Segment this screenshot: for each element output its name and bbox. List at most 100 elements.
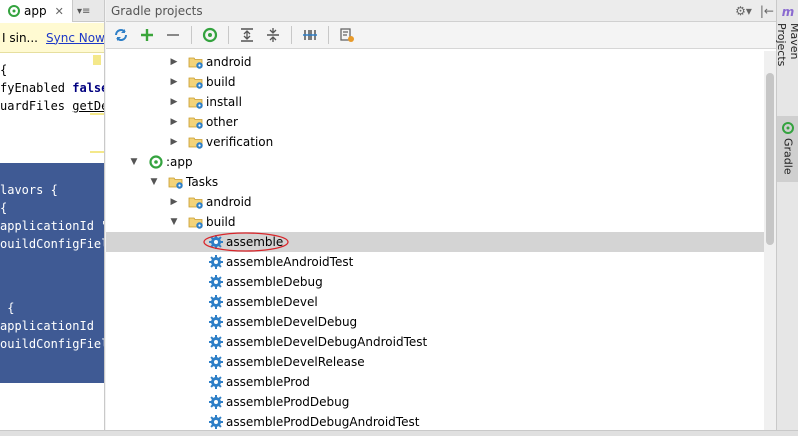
gear-icon xyxy=(209,295,223,309)
tree-node-row[interactable]: ▼ build xyxy=(106,212,764,232)
gear-icon xyxy=(209,315,223,329)
toolbar-separator xyxy=(191,26,192,44)
tree-node-row[interactable]: ▶ verification xyxy=(106,132,764,152)
remove-icon[interactable] xyxy=(162,24,184,46)
expand-arrow-down-icon[interactable]: ▼ xyxy=(148,176,160,188)
task-row[interactable]: assembleDevelRelease xyxy=(106,352,764,372)
toggle-offline-icon[interactable] xyxy=(299,24,321,46)
task-row[interactable]: assembleDevel xyxy=(106,292,764,312)
tree-node-row[interactable]: ▶ build xyxy=(106,72,764,92)
sync-now-link[interactable]: Sync Now xyxy=(46,31,104,45)
task-row[interactable]: assemble xyxy=(106,232,764,252)
tree-node-row[interactable]: ▶ install xyxy=(106,92,764,112)
tree-node-label: build xyxy=(206,215,236,229)
code-line: applicationId " xyxy=(0,219,105,233)
collapse-arrow-right-icon[interactable]: ▶ xyxy=(168,136,180,148)
code-line: ouildConfigFiel xyxy=(0,237,105,251)
task-folder-icon xyxy=(188,97,203,109)
task-folder-icon xyxy=(188,197,203,209)
warning-marker xyxy=(93,55,101,65)
tree-node-row[interactable]: ▼ Tasks xyxy=(106,172,764,192)
task-row[interactable]: assembleProd xyxy=(106,372,764,392)
selected-code-block: lavors { { applicationId " ouildConfigFi… xyxy=(0,163,105,383)
highlight-circle-annotation xyxy=(203,232,289,252)
collapse-arrow-right-icon[interactable]: ▶ xyxy=(168,56,180,68)
task-folder-icon xyxy=(188,217,203,229)
task-row[interactable]: assembleDevelDebugAndroidTest xyxy=(106,332,764,352)
task-row[interactable]: assembleProdDebugAndroidTest xyxy=(106,412,764,432)
toolbar-separator xyxy=(291,26,292,44)
bottom-border xyxy=(0,430,798,436)
tab-label: Gradle xyxy=(781,138,795,175)
tree-node-label: other xyxy=(206,115,238,129)
toolbar-separator xyxy=(328,26,329,44)
scrollbar-thumb[interactable] xyxy=(766,73,774,245)
tab-gradle[interactable]: Gradle xyxy=(777,116,798,182)
warning-underline xyxy=(90,151,104,153)
execute-task-icon[interactable] xyxy=(199,24,221,46)
collapse-all-icon[interactable] xyxy=(262,24,284,46)
gradle-task-tree[interactable]: ▶ android ▶ build ▶ install ▶ other ▶ verificatio… xyxy=(106,51,764,436)
tree-node-label: :app xyxy=(166,155,193,169)
code-line: { xyxy=(0,201,8,215)
tab-list-menu-icon[interactable]: ▾≡ xyxy=(74,0,104,22)
tree-node-row[interactable]: ▼ :app xyxy=(106,152,764,172)
task-row[interactable]: assembleAndroidTest xyxy=(106,252,764,272)
warning-underline xyxy=(90,113,104,115)
tree-node-label: assembleProd xyxy=(226,375,310,389)
tree-node-label: android xyxy=(206,195,252,209)
gradle-projects-panel: Gradle projects ⚙▾ |← ▶ android ▶ build … xyxy=(106,0,776,436)
editor-tab-label: app xyxy=(24,4,47,18)
gear-icon xyxy=(209,255,223,269)
tree-node-label: android xyxy=(206,55,252,69)
tree-node-label: assembleProdDebug xyxy=(226,395,350,409)
task-folder-icon xyxy=(188,77,203,89)
gear-icon xyxy=(209,395,223,409)
collapse-arrow-right-icon[interactable]: ▶ xyxy=(168,116,180,128)
refresh-icon[interactable] xyxy=(110,24,132,46)
code-editor[interactable]: app ✕ ▾≡ I sin... Sync Now { fyEnabled f… xyxy=(0,0,105,436)
collapse-arrow-right-icon[interactable]: ▶ xyxy=(168,76,180,88)
tree-node-label: build xyxy=(206,75,236,89)
hide-panel-icon[interactable]: |← xyxy=(760,4,774,18)
settings-icon[interactable] xyxy=(336,24,358,46)
task-row[interactable]: assembleDevelDebug xyxy=(106,312,764,332)
close-icon[interactable]: ✕ xyxy=(55,5,64,18)
right-tool-window-strip: m Maven Projects Gradle xyxy=(775,0,798,436)
gear-icon xyxy=(209,335,223,349)
task-folder-icon xyxy=(188,117,203,129)
editor-tab-bar: app ✕ ▾≡ xyxy=(0,0,104,22)
gradle-sync-banner: I sin... Sync Now xyxy=(0,23,104,53)
toolbar-separator xyxy=(228,26,229,44)
code-line: ouildConfigFiel xyxy=(0,337,105,351)
tree-node-row[interactable]: ▶ android xyxy=(106,52,764,72)
editor-tab-app[interactable]: app ✕ xyxy=(0,0,73,22)
tree-node-label: assembleProdDebugAndroidTest xyxy=(226,415,420,429)
task-folder-icon xyxy=(168,177,183,189)
tree-node-label: Tasks xyxy=(186,175,219,189)
gradle-toolbar xyxy=(106,22,776,49)
gear-icon xyxy=(209,375,223,389)
add-icon[interactable] xyxy=(136,24,158,46)
expand-arrow-down-icon[interactable]: ▼ xyxy=(128,156,140,168)
collapse-arrow-right-icon[interactable]: ▶ xyxy=(168,196,180,208)
tree-node-row[interactable]: ▶ other xyxy=(106,112,764,132)
panel-settings-icon[interactable]: ⚙▾ xyxy=(735,4,752,18)
tree-node-row[interactable]: ▶ android xyxy=(106,192,764,212)
task-row[interactable]: assembleProdDebug xyxy=(106,392,764,412)
maven-icon: m xyxy=(781,5,795,19)
vertical-scrollbar[interactable] xyxy=(764,51,776,436)
code-line: applicationId xyxy=(0,319,94,333)
tab-maven-projects[interactable]: m Maven Projects xyxy=(775,2,798,102)
collapse-arrow-right-icon[interactable]: ▶ xyxy=(168,96,180,108)
tree-node-label: install xyxy=(206,95,242,109)
expand-arrow-down-icon[interactable]: ▼ xyxy=(168,216,180,228)
gradle-panel-header: Gradle projects ⚙▾ |← xyxy=(106,0,776,22)
expand-all-icon[interactable] xyxy=(236,24,258,46)
code-line: { xyxy=(0,63,8,77)
tree-node-label: assembleDebug xyxy=(226,275,323,289)
task-row[interactable]: assembleDebug xyxy=(106,272,764,292)
panel-title: Gradle projects xyxy=(111,3,203,18)
task-folder-icon xyxy=(188,137,203,149)
tree-node-label: assembleDevelDebugAndroidTest xyxy=(226,335,428,349)
